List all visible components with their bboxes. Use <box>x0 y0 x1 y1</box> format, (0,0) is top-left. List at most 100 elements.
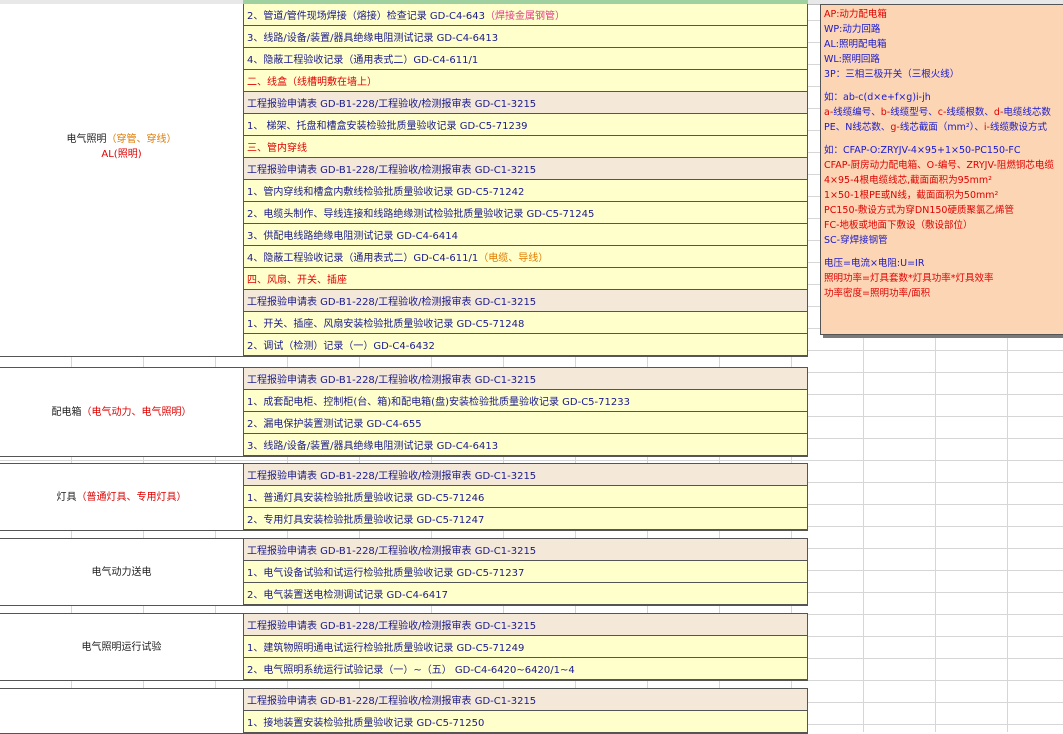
text-span: 工程报验申请表 GD-B1-228/工程验收/检测报审表 GD-C1-3215 <box>247 696 537 707</box>
text-span: 工程报验申请表 GD-B1-228/工程验收/检测报审表 GD-C1-3215 <box>247 471 537 482</box>
record-item-row[interactable]: 3、线路/设备/装置/器具绝缘电阻测试记录 GD-C4-6413 <box>243 434 808 456</box>
note-line: AL:照明配电箱 <box>824 37 1060 52</box>
text-span: 照明功率=灯具套数*灯具功率*灯具效率 <box>824 273 994 284</box>
application-form-row[interactable]: 工程报验申请表 GD-B1-228/工程验收/检测报审表 GD-C1-3215 <box>243 614 808 636</box>
text-span: 4、隐蔽工程验收记录（通用表式二）GD-C4-611/1 <box>247 253 479 264</box>
text-span: 电气照明运行试验 <box>81 641 162 653</box>
record-item-row[interactable]: 4、隐蔽工程验收记录（通用表式二）GD-C4-611/1 <box>243 48 808 70</box>
note-line: 1×50-1根PE或N线，截面面积为50mm² <box>824 188 1060 203</box>
record-item-row[interactable]: 1、建筑物照明通电试运行检验批质量验收记录 GD-C5-71249 <box>243 636 808 658</box>
group-label-line: 电气动力送电 <box>92 565 152 580</box>
record-item-row[interactable]: 2、漏电保护装置测试记录 GD-C4-655 <box>243 412 808 434</box>
group-label-cell[interactable] <box>0 689 243 733</box>
record-item-row[interactable]: 1、成套配电柜、控制柜(台、箱)和配电箱(盘)安装检验批质量验收记录 GD-C5… <box>243 390 808 412</box>
record-item-row[interactable]: 4、隐蔽工程验收记录（通用表式二）GD-C4-611/1 （电缆、导线） <box>243 246 808 268</box>
group-rows: 工程报验申请表 GD-B1-228/工程验收/检测报审表 GD-C1-3215 1… <box>243 464 808 530</box>
section-heading-row[interactable]: 三、管内穿线 <box>243 136 808 158</box>
text-span: 工程报验申请表 GD-B1-228/工程验收/检测报审表 GD-C1-3215 <box>247 621 537 632</box>
text-span: 电缆线芯数 <box>1003 107 1051 118</box>
text-span: 四、风扇、开关、插座 <box>247 275 347 286</box>
text-span: 4、隐蔽工程验收记录（通用表式二）GD-C4-611/1 <box>247 55 479 66</box>
text-span: 工程报验申请表 GD-B1-228/工程验收/检测报审表 GD-C1-3215 <box>247 546 537 557</box>
text-span: 工程报验申请表 GD-B1-228/工程验收/检测报审表 GD-C1-3215 <box>247 99 537 110</box>
group-rows: 工程报验申请表 GD-B1-228/工程验收/检测报审表 GD-C1-3215 1… <box>243 689 808 733</box>
text-span: 三、管内穿线 <box>247 143 307 154</box>
record-item-row[interactable]: 1、管内穿线和槽盒内敷线检验批质量验收记录 GD-C5-71242 <box>243 180 808 202</box>
text-span: d- <box>993 107 1004 118</box>
application-form-row[interactable]: 工程报验申请表 GD-B1-228/工程验收/检测报审表 GD-C1-3215 <box>243 158 808 180</box>
note-line: WL:照明回路 <box>824 52 1060 67</box>
text-span: 2、电气装置送电检测调试记录 GD-C4-6417 <box>247 590 449 601</box>
section-heading-row[interactable]: 四、风扇、开关、插座 <box>243 268 808 290</box>
text-span: （焊接金属钢管） <box>485 11 566 22</box>
application-form-row[interactable]: 工程报验申请表 GD-B1-228/工程验收/检测报审表 GD-C1-3215 <box>243 92 808 114</box>
record-item-row[interactable]: 2、电气照明系统运行试验记录（一）~（五） GD-C4-6420~6420/1~… <box>243 658 808 680</box>
group-label-line: AL(照明) <box>101 147 141 162</box>
text-span: 1×50-1根PE或N线，截面面积为50mm² <box>824 190 999 201</box>
record-item-row[interactable]: 2、管道/管件现场焊接（熔接）检查记录 GD-C4-643 （焊接金属钢管） <box>243 4 808 26</box>
text-span: a- <box>824 107 834 118</box>
application-form-row[interactable]: 工程报验申请表 GD-B1-228/工程验收/检测报审表 GD-C1-3215 <box>243 539 808 561</box>
text-span: （电气动力、电气照明） <box>81 406 192 418</box>
record-item-row[interactable]: 2、专用灯具安装检验批质量验收记录 GD-C5-71247 <box>243 508 808 530</box>
text-span: 1、接地装置安装检验批质量验收记录 GD-C5-71250 <box>247 718 485 729</box>
text-span: 工程报验申请表 GD-B1-228/工程验收/检测报审表 GD-C1-3215 <box>247 297 537 308</box>
note-line: FC-地板或地面下敷设（敷设部位） <box>824 218 1060 233</box>
record-item-row[interactable]: 1、 梯架、托盘和槽盒安装检验批质量验收记录 GD-C5-71239 <box>243 114 808 136</box>
text-span: （普通灯具、专用灯具） <box>76 491 187 503</box>
text-span: 2、调试（检测）记录（一）GD-C4-6432 <box>247 341 435 352</box>
note-line: AP:动力配电箱 <box>824 7 1060 22</box>
table-group: 工程报验申请表 GD-B1-228/工程验收/检测报审表 GD-C1-3215 1… <box>0 688 808 734</box>
record-item-row[interactable]: 1、接地装置安装检验批质量验收记录 GD-C5-71250 <box>243 711 808 733</box>
application-form-row[interactable]: 工程报验申请表 GD-B1-228/工程验收/检测报审表 GD-C1-3215 <box>243 689 808 711</box>
text-span: 1、建筑物照明通电试运行检验批质量验收记录 GD-C5-71249 <box>247 643 525 654</box>
application-form-row[interactable]: 工程报验申请表 GD-B1-228/工程验收/检测报审表 GD-C1-3215 <box>243 368 808 390</box>
text-span: 2、管道/管件现场焊接（熔接）检查记录 GD-C4-643 <box>247 11 486 22</box>
application-form-row[interactable]: 工程报验申请表 GD-B1-228/工程验收/检测报审表 GD-C1-3215 <box>243 290 808 312</box>
text-span: AL:照明配电箱 <box>824 39 887 50</box>
text-span: 1、普通灯具安装检验批质量验收记录 GD-C5-71246 <box>247 493 485 504</box>
application-form-row[interactable]: 工程报验申请表 GD-B1-228/工程验收/检测报审表 GD-C1-3215 <box>243 464 808 486</box>
text-span: 2、电缆头制作、导线连接和线路绝缘测试检验批质量验收记录 GD-C5-71245 <box>247 209 595 220</box>
note-line: 照明功率=灯具套数*灯具功率*灯具效率 <box>824 271 1060 286</box>
text-span: g- <box>890 122 900 133</box>
record-item-row[interactable]: 2、电缆头制作、导线连接和线路绝缘测试检验批质量验收记录 GD-C5-71245 <box>243 202 808 224</box>
group-label-cell[interactable]: 电气照明（穿管、穿线） AL(照明) <box>0 4 243 356</box>
group-rows: 2、管道/管件现场焊接（熔接）检查记录 GD-C4-643 （焊接金属钢管） 3、线… <box>243 4 808 356</box>
record-item-row[interactable]: 3、供配电线路绝缘电阻测试记录 GD-C4-6414 <box>243 224 808 246</box>
section-heading-row[interactable]: 二、线盒（线槽明敷在墙上） <box>243 70 808 92</box>
text-span: 2、电气照明系统运行试验记录（一）~（五） GD-C4-6420~6420/1~… <box>247 665 575 676</box>
note-line: PE、N线芯数、g-线芯截面（mm²）、i-线缆敷设方式 <box>824 120 1060 135</box>
record-item-row[interactable]: 1、开关、插座、风扇安装检验批质量验收记录 GD-C5-71248 <box>243 312 808 334</box>
group-label-cell[interactable]: 电气动力送电 <box>0 539 243 605</box>
text-span: 1、 梯架、托盘和槽盒安装检验批质量验收记录 GD-C5-71239 <box>247 121 528 132</box>
text-span: WL:照明回路 <box>824 54 880 65</box>
record-item-row[interactable]: 1、电气设备试验和试运行检验批质量验收记录 GD-C5-71237 <box>243 561 808 583</box>
text-span: 3、线路/设备/装置/器具绝缘电阻测试记录 GD-C4-6413 <box>247 441 499 452</box>
text-span: 二、线盒（线槽明敷在墙上） <box>247 77 377 88</box>
table-group: 电气照明（穿管、穿线） AL(照明) 2、管道/管件现场焊接（熔接）检查记录 GD-… <box>0 4 808 357</box>
text-span: PC150-敷设方式为穿DN150硬质聚氯乙烯管 <box>824 205 1014 216</box>
text-span: 3、供配电线路绝缘电阻测试记录 GD-C4-6414 <box>247 231 459 242</box>
text-span: （穿管、穿线） <box>106 134 177 145</box>
group-label-line: 电气照明运行试验 <box>82 640 162 655</box>
text-span: 3、线路/设备/装置/器具绝缘电阻测试记录 GD-C4-6413 <box>247 33 499 44</box>
text-span: 1、成套配电柜、控制柜(台、箱)和配电箱(盘)安装检验批质量验收记录 GD-C5… <box>247 397 630 408</box>
annotation-note-box[interactable]: AP:动力配电箱 WP:动力回路 AL:照明配电箱 WL:照明回路 3P：三相三极开关（… <box>820 4 1063 335</box>
record-item-row[interactable]: 3、线路/设备/装置/器具绝缘电阻测试记录 GD-C4-6413 <box>243 26 808 48</box>
text-span: 如：CFAP-O:ZRYJV-4×95+1×50-PC150-FC <box>824 145 1021 156</box>
group-label-cell[interactable]: 电气照明运行试验 <box>0 614 243 680</box>
note-line: a-线缆编号、b-线缆型号、c-线缆根数、d-电缆线芯数 <box>824 105 1060 120</box>
record-item-row[interactable]: 2、电气装置送电检测调试记录 GD-C4-6417 <box>243 583 808 605</box>
group-label-cell[interactable]: 配电箱（电气动力、电气照明） <box>0 368 243 456</box>
text-span: CFAP-厨房动力配电箱、O-编号、ZRYJV-阻燃铜芯电缆 <box>824 160 1054 171</box>
record-item-row[interactable]: 1、普通灯具安装检验批质量验收记录 GD-C5-71246 <box>243 486 808 508</box>
note-line: 电压=电流×电阻:U=IR <box>824 256 1060 271</box>
group-label-line: 灯具（普通灯具、专用灯具） <box>57 490 187 505</box>
group-rows: 工程报验申请表 GD-B1-228/工程验收/检测报审表 GD-C1-3215 1… <box>243 368 808 456</box>
text-span: 1、电气设备试验和试运行检验批质量验收记录 GD-C5-71237 <box>247 568 525 579</box>
text-span: 1、管内穿线和槽盒内敷线检验批质量验收记录 GD-C5-71242 <box>247 187 525 198</box>
group-label-cell[interactable]: 灯具（普通灯具、专用灯具） <box>0 464 243 530</box>
text-span: WP:动力回路 <box>824 24 881 35</box>
record-item-row[interactable]: 2、调试（检测）记录（一）GD-C4-6432 <box>243 334 808 356</box>
